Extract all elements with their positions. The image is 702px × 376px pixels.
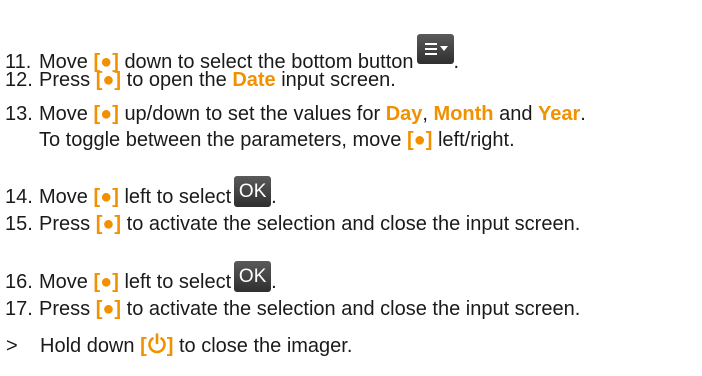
step-number: 13. — [5, 103, 33, 125]
result-line: > Hold down [] to close the imager. — [6, 333, 353, 357]
step-12: 12. Press [●] to open the Date input scre… — [5, 69, 396, 91]
control-key: [●] — [93, 271, 119, 293]
keyword-month: Month — [433, 103, 494, 125]
keyword-date: Date — [232, 69, 276, 91]
step-16: 16. Move [●] left to select OK. — [5, 261, 277, 294]
step-number: 14. — [5, 186, 33, 208]
control-key: [●] — [93, 186, 119, 208]
step-13-continuation: To toggle between the parameters, move [… — [39, 129, 515, 151]
step-number: 16. — [5, 271, 33, 293]
control-key: [●] — [95, 69, 122, 91]
control-key: [●] — [407, 129, 433, 151]
keyword-year: Year — [538, 103, 581, 125]
power-icon — [147, 333, 166, 354]
step-number: 12. — [5, 69, 33, 91]
step-15: 15. Press [●] to activate the selection a… — [5, 213, 581, 235]
ok-button-icon: OK — [234, 261, 272, 292]
power-key: [] — [140, 333, 174, 357]
step-number: 15. — [5, 213, 33, 235]
step-17: 17. Press [●] to activate the selection a… — [5, 298, 581, 320]
menu-dropdown-button-icon — [416, 34, 454, 64]
ok-button-icon: OK — [234, 176, 272, 207]
control-key: [●] — [93, 103, 119, 125]
control-key: [●] — [95, 298, 122, 320]
step-13: 13. Move [●] up/down to set the values fo… — [5, 103, 586, 125]
result-marker: > — [6, 335, 18, 357]
keyword-day: Day — [385, 103, 423, 125]
step-number: 17. — [5, 298, 33, 320]
step-14: 14. Move [●] left to select OK. — [5, 176, 277, 209]
control-key: [●] — [95, 213, 122, 235]
